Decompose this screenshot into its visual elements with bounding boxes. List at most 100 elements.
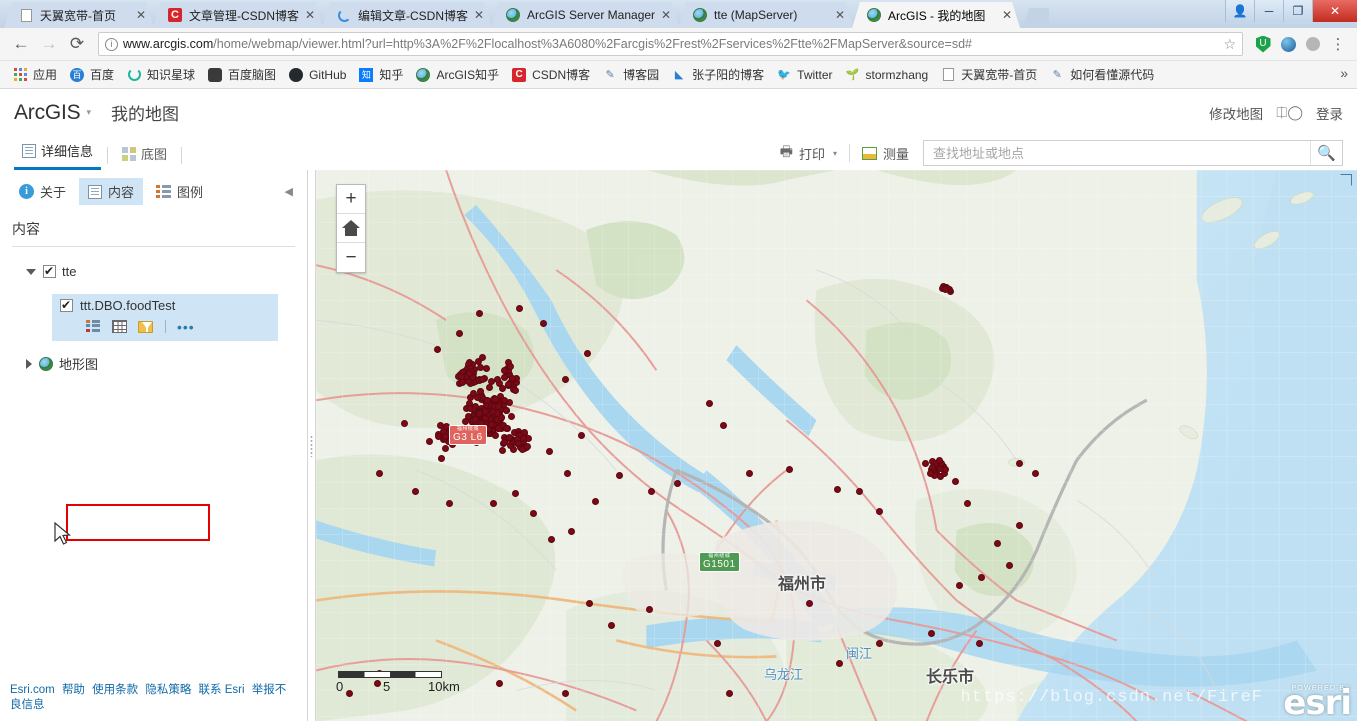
feature-point[interactable] — [401, 420, 408, 427]
browser-tab-4[interactable]: tte (MapServer) ✕ — [678, 2, 853, 28]
feature-point[interactable] — [446, 500, 453, 507]
feature-point[interactable] — [674, 480, 681, 487]
feature-point[interactable] — [456, 330, 463, 337]
feature-point[interactable] — [485, 383, 493, 391]
collapse-panel-icon[interactable]: ◀ — [281, 183, 297, 200]
page-info-icon[interactable]: i — [105, 37, 118, 51]
footer-link-help[interactable]: 帮助 — [62, 684, 85, 696]
feature-point[interactable] — [519, 435, 527, 442]
bookmark-zhangziyang[interactable]: ◣ 张子阳的博客 — [665, 64, 770, 85]
feature-point[interactable] — [496, 680, 503, 687]
feature-point[interactable] — [530, 510, 537, 517]
feature-point[interactable] — [928, 630, 935, 637]
window-user-button[interactable]: 👤 — [1225, 0, 1254, 22]
adblock-extension-icon[interactable]: U — [1252, 33, 1274, 55]
forward-icon[interactable]: → — [36, 31, 62, 57]
feature-point[interactable] — [540, 320, 547, 327]
bookmark-baidu[interactable]: 百 百度 — [63, 64, 120, 85]
feature-point[interactable] — [714, 640, 721, 647]
tab-close-icon[interactable]: ✕ — [1000, 8, 1014, 22]
feature-point[interactable] — [941, 285, 949, 293]
feature-point[interactable] — [476, 310, 483, 317]
feature-point[interactable] — [836, 660, 843, 667]
footer-link-privacy[interactable]: 隐私策略 — [145, 684, 191, 696]
fullscreen-icon[interactable] — [1340, 174, 1352, 186]
expand-collapse-icon[interactable] — [26, 268, 36, 275]
feature-point[interactable] — [1006, 562, 1013, 569]
tab-details[interactable]: 详细信息 — [14, 141, 102, 170]
back-icon[interactable]: ← — [8, 31, 34, 57]
feature-point[interactable] — [648, 488, 655, 495]
feature-point[interactable] — [438, 455, 445, 462]
modify-map-link[interactable]: 修改地图 — [1209, 103, 1263, 123]
feature-point[interactable] — [434, 346, 441, 353]
feature-point[interactable] — [511, 386, 519, 394]
feature-point[interactable] — [586, 600, 593, 607]
feature-point[interactable] — [501, 396, 509, 404]
feature-point[interactable] — [426, 438, 433, 445]
bookmarks-overflow-icon[interactable]: » — [1335, 65, 1353, 81]
zoom-out-button[interactable]: − — [337, 243, 365, 272]
filter-icon[interactable] — [138, 319, 154, 334]
feature-point[interactable] — [726, 690, 733, 697]
new-tab-button[interactable] — [1023, 8, 1050, 28]
panel-tab-content[interactable]: 内容 — [79, 178, 144, 205]
bookmark-twitter[interactable]: 🐦 Twitter — [770, 65, 838, 85]
panel-tab-about[interactable]: i 关于 — [10, 178, 75, 205]
window-minimize-button[interactable]: ─ — [1254, 0, 1283, 22]
bookmark-stormzhang[interactable]: 🌱 stormzhang — [839, 65, 935, 85]
chevron-down-icon[interactable]: ▾ — [86, 107, 91, 118]
feature-point[interactable] — [483, 364, 491, 372]
tab-basemap[interactable]: 底图 — [114, 144, 175, 170]
feature-point[interactable] — [508, 412, 516, 420]
footer-link-terms[interactable]: 使用条款 — [92, 684, 138, 696]
bookmark-tianyi[interactable]: 天翼宽带-首页 — [934, 64, 1043, 85]
tab-close-icon[interactable]: ✕ — [833, 8, 847, 22]
feature-point[interactable] — [720, 422, 727, 429]
feature-point[interactable] — [978, 574, 985, 581]
feature-point[interactable] — [876, 508, 883, 515]
feature-point[interactable] — [548, 536, 555, 543]
footer-link-contact[interactable]: 联系 Esri — [199, 684, 245, 696]
footer-link-esri-com[interactable]: Esri.com — [10, 684, 55, 696]
search-input[interactable] — [924, 141, 1310, 165]
feature-point[interactable] — [562, 376, 569, 383]
bookmark-github[interactable]: GitHub — [282, 65, 352, 85]
layer-row-terrain[interactable]: 地形图 — [0, 351, 307, 376]
tab-close-icon[interactable]: ✕ — [659, 8, 673, 22]
layer-visibility-checkbox[interactable] — [43, 264, 56, 278]
feature-point[interactable] — [479, 353, 487, 361]
browser-menu-icon[interactable]: ⋮ — [1327, 33, 1349, 55]
layer-row-tte[interactable]: tte — [0, 261, 307, 282]
more-options-icon[interactable]: ••• — [177, 320, 195, 334]
search-box[interactable]: 🔍 — [923, 140, 1343, 166]
feature-point[interactable] — [952, 478, 959, 485]
window-maximize-button[interactable]: ❐ — [1283, 0, 1312, 22]
search-icon[interactable]: 🔍 — [1310, 141, 1342, 165]
browser-tab-3[interactable]: ArcGIS Server Manager ✕ — [491, 2, 679, 28]
feature-point[interactable] — [568, 528, 575, 535]
measure-button[interactable]: 测量 — [854, 144, 917, 163]
reload-icon[interactable]: ⟳ — [64, 31, 90, 57]
feature-point[interactable] — [584, 350, 591, 357]
feature-point[interactable] — [1016, 460, 1023, 467]
feature-point[interactable] — [471, 402, 479, 410]
chevron-down-icon[interactable]: ▾ — [833, 149, 837, 158]
feature-point[interactable] — [491, 431, 499, 439]
feature-point[interactable] — [500, 367, 508, 375]
browser-tab-5[interactable]: ArcGIS - 我的地图 ✕ — [852, 2, 1020, 28]
feature-point[interactable] — [376, 470, 383, 477]
feature-point[interactable] — [592, 498, 599, 505]
zoom-in-button[interactable]: + — [337, 185, 365, 214]
bookmark-zhishixingqiu[interactable]: 知识星球 — [120, 64, 201, 85]
expand-collapse-icon[interactable] — [26, 358, 32, 369]
sign-in-link[interactable]: 登录 — [1316, 103, 1343, 123]
feature-point[interactable] — [546, 448, 553, 455]
feature-point[interactable] — [1032, 470, 1039, 477]
map-viewport[interactable]: + − 福州市 长乐市 福清市 闽江 乌龙江 福州绕城 G3 L6 — [316, 170, 1357, 721]
feature-point[interactable] — [503, 406, 511, 414]
feature-point[interactable] — [441, 433, 449, 441]
feature-point[interactable] — [458, 372, 466, 380]
feature-point[interactable] — [921, 460, 929, 467]
feature-point[interactable] — [412, 488, 419, 495]
